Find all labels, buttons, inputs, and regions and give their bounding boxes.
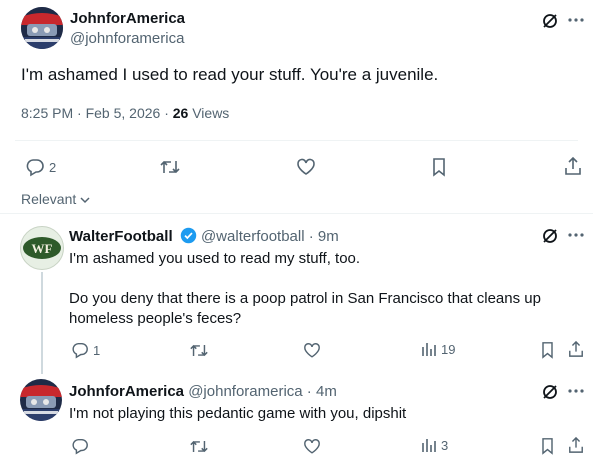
tweet-text: I'm ashamed I used to read your stuff. Y… (21, 65, 439, 84)
grok-icon[interactable] (541, 227, 559, 245)
view-count: 26 (172, 105, 189, 121)
author-handle[interactable]: @walterfootball · 9m (201, 228, 339, 245)
chevron-down-icon (80, 197, 90, 204)
like-icon[interactable] (303, 342, 321, 359)
reply-icon (26, 159, 44, 177)
retweet-icon[interactable] (189, 342, 209, 359)
more-icon[interactable] (568, 388, 584, 394)
views-label: Views (188, 105, 230, 121)
avatar[interactable] (20, 379, 62, 421)
avatar[interactable]: WF (20, 226, 64, 270)
reply-icon[interactable] (71, 437, 89, 455)
reply-count: 1 (93, 342, 101, 358)
reply-header: JohnforAmerica @johnforamerica · 4m (69, 383, 337, 400)
reply-text-line: Do you deny that there is a poop patrol … (69, 290, 541, 307)
bookmark-icon[interactable] (540, 437, 555, 455)
author-handle[interactable]: @johnforamerica · 4m (188, 383, 337, 400)
like-icon[interactable] (303, 438, 321, 455)
views-button[interactable]: 3 (421, 437, 448, 453)
reply-text: I'm ashamed you used to read my stuff, t… (69, 249, 579, 329)
retweet-icon[interactable] (159, 158, 181, 176)
author-name[interactable]: WalterFootball (69, 228, 173, 245)
author-handle[interactable]: @johnforamerica (70, 30, 184, 47)
more-icon[interactable] (568, 232, 584, 238)
author-name[interactable]: JohnforAmerica (69, 383, 184, 400)
reply-text-line: homeless people's feces? (69, 310, 242, 327)
reply-button[interactable]: 1 (71, 341, 100, 359)
reply-header: WalterFootball @walterfootball · 9m (69, 227, 339, 245)
divider (0, 213, 593, 214)
verified-badge-icon (180, 227, 197, 244)
bookmark-icon[interactable] (431, 157, 447, 177)
tweet-time[interactable]: 8:25 PM · Feb 5, 2026 · (21, 105, 173, 121)
more-icon[interactable] (568, 17, 584, 23)
view-count: 19 (441, 341, 456, 357)
view-count: 3 (441, 437, 449, 453)
author-name[interactable]: JohnforAmerica (70, 10, 185, 27)
bookmark-icon[interactable] (540, 341, 555, 359)
avatar-text: WF (32, 241, 53, 256)
reply-icon (72, 342, 88, 359)
share-icon[interactable] (568, 340, 584, 358)
reply-count: 2 (49, 159, 57, 175)
views-button[interactable]: 19 (421, 341, 455, 357)
retweet-icon[interactable] (189, 438, 209, 455)
grok-icon[interactable] (541, 383, 559, 401)
grok-icon[interactable] (541, 12, 559, 30)
share-icon[interactable] (564, 156, 582, 176)
avatar[interactable] (21, 7, 63, 49)
sort-label: Relevant (21, 191, 77, 207)
reply-button[interactable]: 2 (25, 157, 56, 177)
share-icon[interactable] (568, 436, 584, 454)
thread-line (41, 272, 43, 374)
reply-text-line: I'm ashamed you used to read my stuff, t… (69, 250, 361, 267)
tweet-meta: 8:25 PM · Feb 5, 2026 · 26 Views (21, 105, 229, 121)
analytics-icon (422, 343, 436, 356)
sort-dropdown[interactable]: Relevant (21, 191, 90, 207)
divider (15, 140, 578, 141)
like-icon[interactable] (296, 158, 316, 176)
analytics-icon (422, 439, 436, 452)
reply-text: I'm not playing this pedantic game with … (69, 405, 407, 422)
